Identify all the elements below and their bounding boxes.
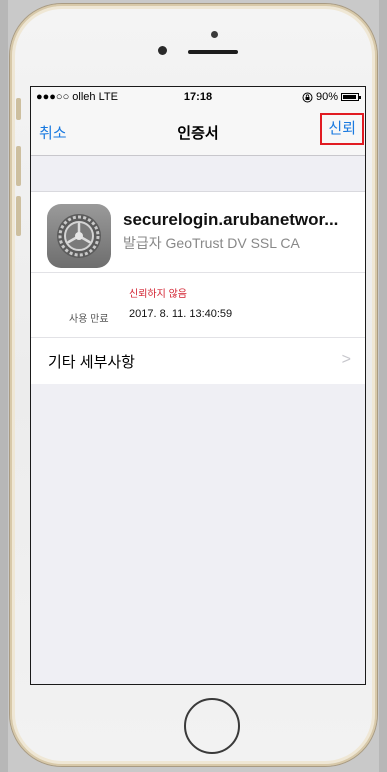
mute-switch (16, 98, 21, 120)
battery-percent: 90% (315, 91, 338, 103)
more-details-label: 기타 세부사항 (48, 354, 135, 371)
proximity-sensor (211, 31, 218, 38)
chevron-right-icon: > (341, 351, 351, 368)
rotation-lock-icon (302, 92, 313, 102)
status-bar: ●●●○○ olleh LTE 17:18 90% (31, 87, 365, 107)
status-right: 90% (302, 91, 361, 103)
certificate-name: securelogin.arubanetwor... (123, 210, 339, 229)
screen: ●●●○○ olleh LTE 17:18 90% 취소 인증서 신뢰 secu… (30, 86, 366, 685)
home-button[interactable] (184, 698, 240, 754)
certificate-header: securelogin.arubanetwor... 발급자 GeoTrust … (31, 192, 365, 273)
more-details-row[interactable]: 기타 세부사항 > (31, 338, 365, 384)
settings-gear-icon (47, 204, 111, 268)
front-camera (158, 46, 167, 55)
earpiece-speaker (188, 50, 238, 54)
navigation-bar: 취소 인증서 신뢰 (31, 107, 365, 156)
background-edge-left (0, 0, 8, 772)
expires-value: 2017. 8. 11. 13:40:59 (129, 308, 233, 320)
certificate-info: 신뢰하지 않음 사용 만료 2017. 8. 11. 13:40:59 (31, 273, 365, 338)
volume-down-button (16, 196, 21, 236)
trust-button[interactable]: 신뢰 (320, 113, 364, 145)
volume-up-button (16, 146, 21, 186)
battery-icon (341, 93, 361, 101)
page-title: 인증서 (177, 125, 219, 142)
background-edge-right (379, 0, 387, 772)
untrusted-status: 신뢰하지 않음 (129, 289, 187, 300)
certificate-issuer: 발급자 GeoTrust DV SSL CA (123, 235, 300, 251)
certificate-card: securelogin.arubanetwor... 발급자 GeoTrust … (31, 191, 365, 384)
expires-label: 사용 만료 (69, 314, 109, 325)
